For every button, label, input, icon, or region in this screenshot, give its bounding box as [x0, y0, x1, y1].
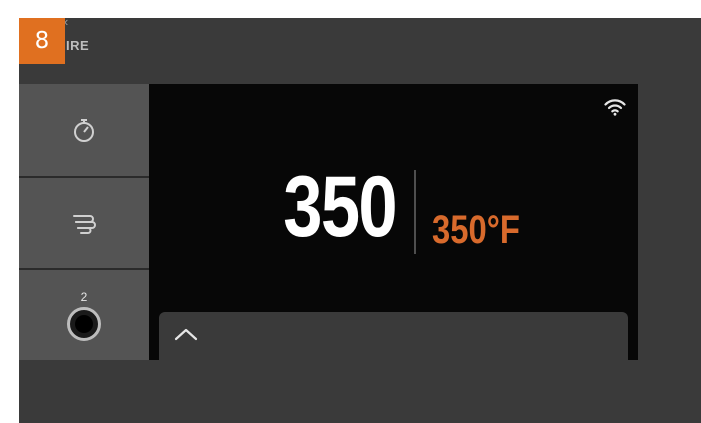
wifi-icon — [604, 99, 626, 116]
probe-button[interactable]: 2 — [19, 270, 149, 360]
fan-button[interactable] — [19, 178, 149, 268]
display-screen: 350 350°F — [149, 84, 638, 360]
current-temperature: 350 — [283, 159, 397, 255]
step-badge: 8 — [19, 18, 65, 64]
header-label: IRE — [66, 38, 90, 53]
probe-icon — [67, 306, 101, 341]
probe-count: 2 — [80, 289, 88, 304]
controls-drawer[interactable] — [159, 312, 628, 360]
set-temperature[interactable]: 350°F — [432, 210, 520, 250]
timer-button[interactable] — [19, 84, 149, 176]
chevron-up-icon[interactable] — [173, 326, 199, 342]
fan-icon — [73, 215, 96, 234]
temperature-divider — [414, 170, 416, 254]
sidebar: 2 — [19, 84, 149, 360]
timer-icon — [74, 119, 94, 142]
